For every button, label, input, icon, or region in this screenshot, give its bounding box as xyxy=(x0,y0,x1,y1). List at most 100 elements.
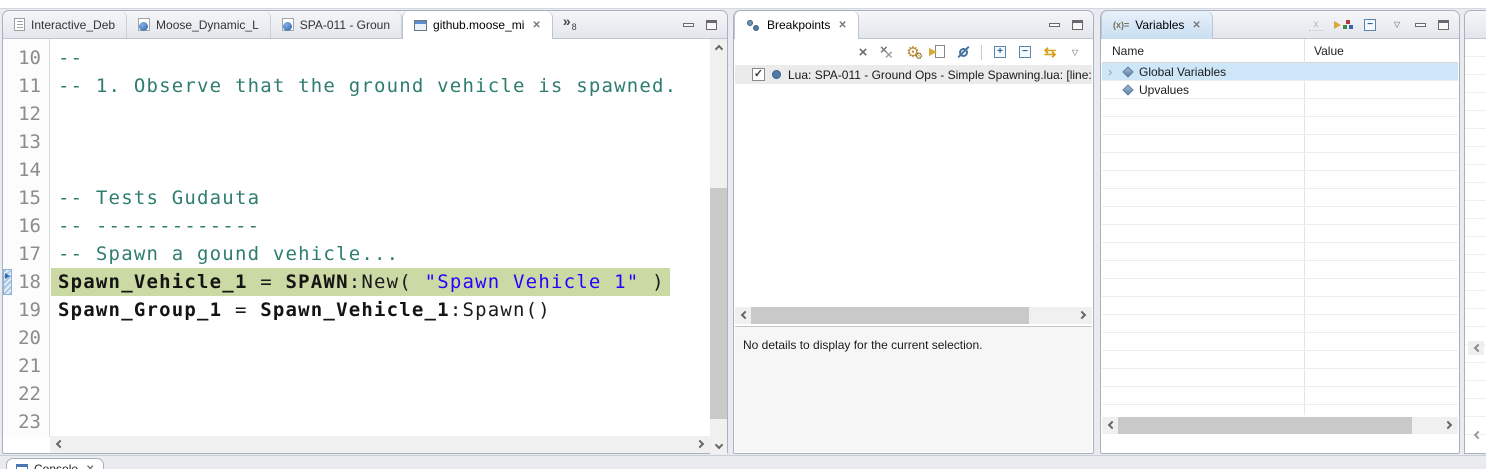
empty-table-row[interactable] xyxy=(1102,279,1458,297)
scroll-down-icon[interactable] xyxy=(710,438,727,454)
code-line[interactable]: Spawn_Group_1 = Spawn_Vehicle_1:Spawn() xyxy=(51,296,712,324)
scroll-left-icon[interactable] xyxy=(50,436,67,452)
empty-table-row[interactable] xyxy=(1102,387,1458,405)
tab-moose-dynamic-l[interactable]: Moose_Dynamic_L xyxy=(127,11,271,38)
minimize-icon[interactable] xyxy=(1415,23,1426,27)
tab-breakpoints[interactable]: Breakpoints ✕ xyxy=(734,11,859,39)
line-number[interactable]: 15 xyxy=(3,184,49,212)
close-icon[interactable]: ✕ xyxy=(838,20,846,31)
code-line[interactable]: -- ------------- xyxy=(51,212,712,240)
line-number[interactable]: 21 xyxy=(3,352,49,380)
line-number[interactable]: 12 xyxy=(3,100,49,128)
empty-table-row[interactable] xyxy=(1102,135,1458,153)
code-editor-area[interactable]: ---- 1. Observe that the ground vehicle … xyxy=(51,39,712,437)
minimize-icon[interactable] xyxy=(683,23,694,27)
code-line[interactable] xyxy=(51,128,712,156)
variables-horizontal-scrollbar[interactable] xyxy=(1102,417,1458,434)
line-number[interactable]: 13 xyxy=(3,128,49,156)
tab-github-moose-mi[interactable]: github.moose_mi✕ xyxy=(402,11,553,39)
line-number[interactable]: 11 xyxy=(3,72,49,100)
code-line[interactable]: -- Spawn a gound vehicle... xyxy=(51,240,712,268)
show-logical-structure-icon[interactable] xyxy=(1334,18,1352,32)
scroll-up-icon[interactable] xyxy=(710,39,727,55)
code-line[interactable] xyxy=(51,324,712,352)
go-to-file-for-breakpoint-icon[interactable] xyxy=(929,43,947,61)
editor-horizontal-scrollbar[interactable] xyxy=(50,436,710,453)
line-number[interactable]: 18 xyxy=(3,268,49,296)
line-number[interactable]: 22 xyxy=(3,380,49,408)
scroll-right-icon[interactable] xyxy=(1075,307,1092,323)
close-icon[interactable]: ✕ xyxy=(86,464,94,469)
empty-table-row[interactable] xyxy=(1102,261,1458,279)
close-icon[interactable]: ✕ xyxy=(1192,20,1200,31)
empty-table-row[interactable] xyxy=(1102,207,1458,225)
line-number[interactable]: 16 xyxy=(3,212,49,240)
code-line[interactable] xyxy=(51,100,712,128)
view-menu-icon[interactable]: ▽ xyxy=(1066,43,1084,61)
code-line[interactable] xyxy=(51,156,712,184)
link-with-debug-view-icon[interactable]: ⇆ xyxy=(1041,43,1059,61)
tab-spa-011-groun[interactable]: SPA-011 - Groun xyxy=(271,11,402,38)
variable-row[interactable]: ›Global Variables xyxy=(1102,63,1458,81)
column-header-name[interactable]: Name xyxy=(1102,44,1144,58)
line-number[interactable]: 19 xyxy=(3,296,49,324)
empty-table-row[interactable] xyxy=(1102,333,1458,351)
code-line[interactable]: -- xyxy=(51,44,712,72)
tab-variables[interactable]: (x)= Variables ✕ xyxy=(1101,11,1213,39)
empty-table-row[interactable] xyxy=(1102,99,1458,117)
maximize-icon[interactable] xyxy=(706,20,717,30)
breakpoints-horizontal-scrollbar[interactable] xyxy=(735,307,1092,324)
tab-interactive-deb[interactable]: Interactive_Deb xyxy=(3,11,127,38)
show-breakpoints-for-target-icon[interactable]: ⚙⚙ xyxy=(904,43,922,61)
code-line[interactable] xyxy=(51,380,712,408)
empty-table-row[interactable] xyxy=(1102,171,1458,189)
code-line[interactable]: Spawn_Vehicle_1 = SPAWN:New( "Spawn Vehi… xyxy=(51,268,712,296)
variable-row[interactable]: Upvalues xyxy=(1102,81,1458,99)
expander-chevron-icon[interactable]: › xyxy=(1108,65,1122,79)
empty-table-row[interactable] xyxy=(1102,369,1458,387)
remove-breakpoint-icon[interactable]: × xyxy=(854,43,872,61)
maximize-icon[interactable] xyxy=(1438,20,1449,30)
scroll-left-icon[interactable] xyxy=(1468,428,1484,442)
empty-table-row[interactable] xyxy=(1102,117,1458,135)
scrollbar-thumb[interactable] xyxy=(751,307,1029,324)
empty-table-row[interactable] xyxy=(1102,351,1458,369)
expand-all-icon[interactable]: + xyxy=(991,43,1009,61)
remove-all-breakpoints-icon[interactable]: ×× xyxy=(879,43,897,61)
scrollbar-thumb[interactable] xyxy=(710,188,727,419)
code-line[interactable]: -- 1. Observe that the ground vehicle is… xyxy=(51,72,712,100)
line-number[interactable]: 23 xyxy=(3,408,49,436)
view-menu-icon[interactable]: ▽ xyxy=(1388,16,1406,34)
empty-table-row[interactable] xyxy=(1102,297,1458,315)
scroll-right-icon[interactable] xyxy=(693,436,710,452)
empty-table-row[interactable] xyxy=(1102,189,1458,207)
line-number[interactable]: 17 xyxy=(3,240,49,268)
line-number-gutter[interactable]: 1011121314151617181920212223 xyxy=(3,39,50,437)
scroll-left-icon[interactable] xyxy=(1468,341,1484,355)
tab-console[interactable]: Console ✕ xyxy=(6,458,104,469)
variables-table[interactable]: ›Global VariablesUpvalues xyxy=(1102,63,1458,415)
scroll-right-icon[interactable] xyxy=(1441,417,1458,433)
breakpoint-row[interactable]: ✓ Lua: SPA-011 - Ground Ops - Simple Spa… xyxy=(735,65,1092,84)
empty-table-row[interactable] xyxy=(1102,243,1458,261)
empty-table-row[interactable] xyxy=(1102,315,1458,333)
collapse-all-icon[interactable]: − xyxy=(1361,16,1379,34)
editor-vertical-scrollbar[interactable] xyxy=(710,39,727,454)
scrollbar-thumb[interactable] xyxy=(1118,417,1412,434)
breakpoint-checkbox[interactable]: ✓ xyxy=(752,68,765,81)
minimize-icon[interactable] xyxy=(1049,23,1060,27)
code-line[interactable]: -- Tests Gudauta xyxy=(51,184,712,212)
more-tabs-chevron-icon[interactable]: » 8 xyxy=(553,11,586,38)
line-number[interactable]: 20 xyxy=(3,324,49,352)
column-header-value[interactable]: Value xyxy=(1314,44,1344,58)
line-number[interactable]: 14 xyxy=(3,156,49,184)
skip-all-breakpoints-icon[interactable] xyxy=(954,43,972,61)
show-type-names-icon[interactable]: x xyxy=(1307,16,1325,34)
line-number[interactable]: 10 xyxy=(3,44,49,72)
empty-table-row[interactable] xyxy=(1102,153,1458,171)
scroll-left-icon[interactable] xyxy=(1102,417,1119,433)
collapse-all-icon[interactable]: − xyxy=(1016,43,1034,61)
close-icon[interactable]: ✕ xyxy=(532,20,540,31)
maximize-icon[interactable] xyxy=(1072,20,1083,30)
empty-table-row[interactable] xyxy=(1102,225,1458,243)
